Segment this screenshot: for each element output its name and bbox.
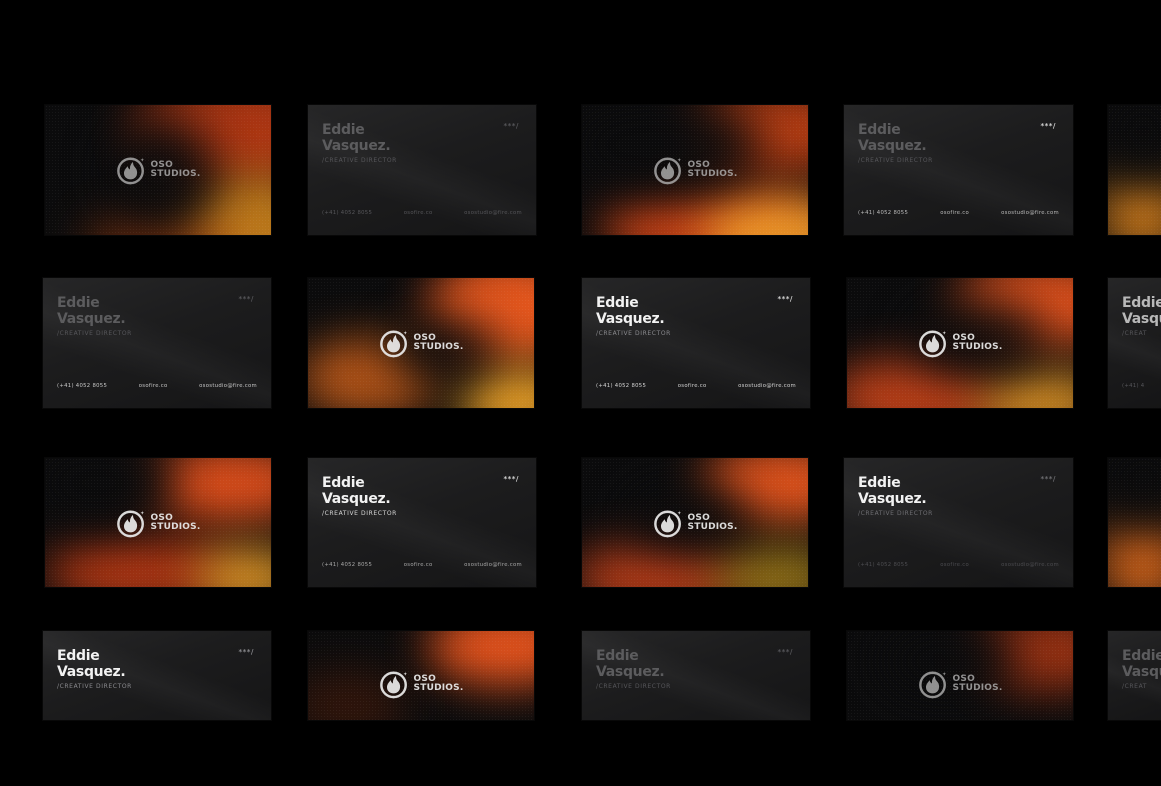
card-info-r3c4: Eddie Vasquez. /CREATIVE DIRECTOR ***/ (+… [844, 458, 1073, 587]
website: osofire.co [403, 210, 433, 216]
flame-icon [379, 669, 409, 699]
contact-role: /CREATIVE DIRECTOR [596, 330, 671, 337]
card-logo-r2c4: OSO STUDIOS. [847, 278, 1073, 408]
contact-role: /CREATIVE DIRECTOR [322, 510, 397, 517]
card-footer: (+41) 4052 8055 osofire.co osostudio@fire.… [858, 562, 1059, 568]
contact-name: Eddie Vasquez. [322, 122, 391, 154]
logo: OSO STUDIOS. [116, 508, 201, 538]
card-logo-r2c2: OSO STUDIOS. [308, 278, 534, 408]
card-footer: (+41) 4052 8055 osofire.co osostudio@fire.… [57, 383, 257, 389]
logo-line2: STUDIOS. [150, 169, 201, 179]
card-mark: ***/ [503, 122, 519, 130]
logo: OSO STUDIOS. [379, 669, 464, 699]
card-mark: ***/ [1040, 122, 1056, 130]
card-logo-r1c1: OSO STUDIOS. [45, 105, 271, 235]
card-footer: (+41) 4052 8055 osofire.co osostudio@fire.… [858, 210, 1059, 216]
card-info-r4c3: Eddie Vasquez. /CREATIVE DIRECTOR ***/ [582, 631, 810, 720]
contact-name: Eddie Vasquez. [858, 122, 927, 154]
card-mark: ***/ [777, 648, 793, 656]
contact-name: Eddie Vasquez. [596, 295, 665, 327]
card-logo-r3c5-partial [1108, 458, 1161, 587]
card-info-r4c5-partial: EddieVasqu /CREAT [1108, 631, 1161, 720]
flame-icon [116, 508, 146, 538]
logo: OSO STUDIOS. [116, 155, 201, 185]
card-logo-r3c3: OSO STUDIOS. [582, 458, 808, 587]
card-footer: (+41) 4052 8055 osofire.co osostudio@fire.… [322, 210, 522, 216]
card-mark: ***/ [777, 295, 793, 303]
logo: OSO STUDIOS. [379, 328, 464, 358]
card-info-r2c3: Eddie Vasquez. /CREATIVE DIRECTOR ***/ (+… [582, 278, 810, 408]
card-info-r2c5-partial: EddieVasqu /CREAT (+41) 4 [1108, 278, 1161, 408]
card-info-r4c1: Eddie Vasquez. /CREATIVE DIRECTOR ***/ [43, 631, 271, 720]
card-logo-r4c4: OSO STUDIOS. [847, 631, 1073, 720]
contact-role: /CREATIVE DIRECTOR [322, 157, 397, 164]
card-info-r1c4: Eddie Vasquez. /CREATIVE DIRECTOR ***/ (+… [844, 105, 1073, 235]
card-logo-r3c1: OSO STUDIOS. [45, 458, 271, 587]
card-mark: ***/ [503, 475, 519, 483]
flame-icon [379, 328, 409, 358]
contact-role: /CREATIVE DIRECTOR [57, 683, 132, 690]
card-info-r1c2: Eddie Vasquez. /CREATIVE DIRECTOR ***/ (+… [308, 105, 536, 235]
flame-icon [653, 155, 683, 185]
contact-role: /CREATIVE DIRECTOR [858, 510, 933, 517]
card-footer: (+41) 4052 8055 osofire.co osostudio@fire.… [322, 562, 522, 568]
contact-name: Eddie Vasquez. [57, 648, 126, 680]
card-mark: ***/ [238, 648, 254, 656]
contact-name: Eddie Vasquez. [596, 648, 665, 680]
contact-name: Eddie Vasquez. [858, 475, 927, 507]
card-logo-r1c5-partial [1108, 105, 1161, 235]
card-info-r2c1: Eddie Vasquez. /CREATIVE DIRECTOR ***/ (+… [43, 278, 271, 408]
flame-icon [918, 328, 948, 358]
phone: (+41) 4052 8055 [322, 210, 373, 216]
contact-role: /CREATIVE DIRECTOR [596, 683, 671, 690]
flame-icon [653, 508, 683, 538]
card-mark: ***/ [238, 295, 254, 303]
contact-role: /CREAT [1122, 330, 1148, 337]
card-mark: ***/ [1040, 475, 1056, 483]
contact-role: /CREATIVE DIRECTOR [57, 330, 132, 337]
flame-icon [918, 669, 948, 699]
logo: OSO STUDIOS. [653, 508, 738, 538]
logo: OSO STUDIOS. [918, 328, 1003, 358]
contact-name: EddieVasqu [1122, 295, 1161, 327]
card-logo-r4c2: OSO STUDIOS. [308, 631, 534, 720]
contact-name: Eddie Vasquez. [57, 295, 126, 327]
contact-name: EddieVasqu [1122, 648, 1161, 680]
email: osostudio@fire.com [464, 210, 522, 216]
contact-name: Eddie Vasquez. [322, 475, 391, 507]
logo: OSO STUDIOS. [653, 155, 738, 185]
card-footer: (+41) 4052 8055 osofire.co osostudio@fire.… [596, 383, 796, 389]
card-logo-r1c3: OSO STUDIOS. [582, 105, 808, 235]
contact-role: /CREAT [1122, 683, 1148, 690]
contact-role: /CREATIVE DIRECTOR [858, 157, 933, 164]
logo: OSO STUDIOS. [918, 669, 1003, 699]
card-footer: (+41) 4 [1122, 383, 1145, 389]
card-info-r3c2: Eddie Vasquez. /CREATIVE DIRECTOR ***/ (+… [308, 458, 536, 587]
flame-icon [116, 155, 146, 185]
